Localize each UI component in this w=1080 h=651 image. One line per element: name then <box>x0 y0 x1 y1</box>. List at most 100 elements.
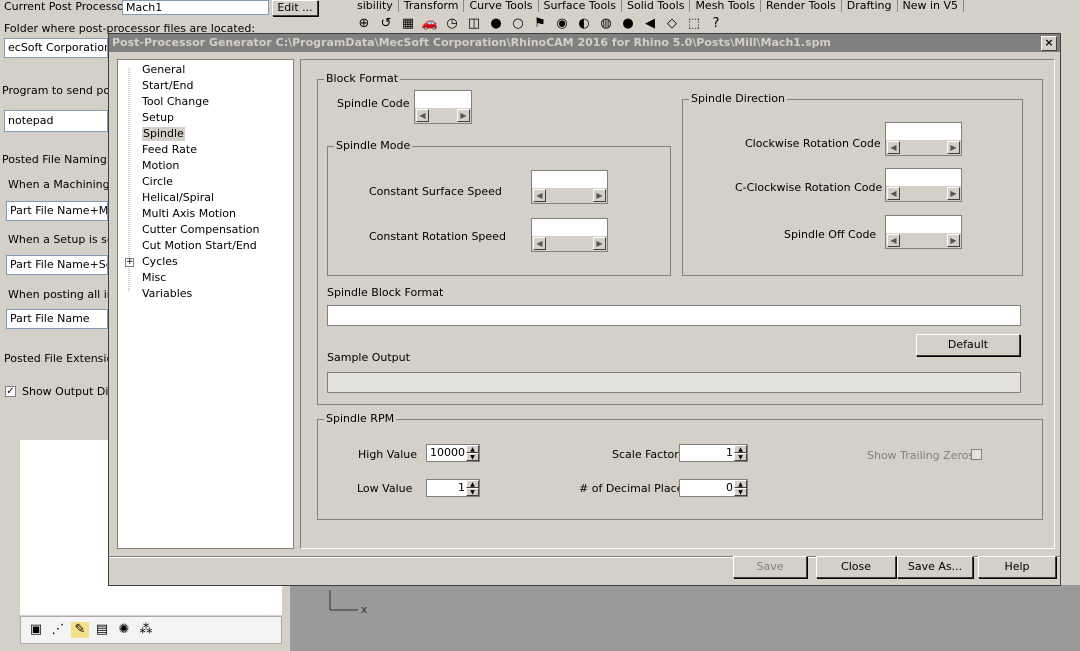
ribbon-tab[interactable]: New in V5 <box>898 0 965 12</box>
active-toolpath-icon[interactable]: ✎ <box>71 622 89 638</box>
rhino-viewport[interactable] <box>290 585 1080 651</box>
scroll-right-icon[interactable]: ▶ <box>593 189 606 202</box>
tree-item-circle[interactable]: Circle <box>142 175 173 189</box>
high-value-spinner[interactable]: 10000 ▲ ▼ <box>426 444 480 462</box>
scroll-left-icon[interactable]: ◀ <box>533 237 546 250</box>
help-icon[interactable]: ? <box>707 16 725 32</box>
sphere-gray-icon[interactable]: ● <box>487 16 505 32</box>
ribbon-tab[interactable]: Transform <box>399 0 465 12</box>
ribbon-tab[interactable]: Solid Tools <box>622 0 691 12</box>
tree-item-multi-axis-motion[interactable]: Multi Axis Motion <box>142 207 236 221</box>
toolpath-icon[interactable]: ⋰ <box>49 622 67 638</box>
tree-item-misc[interactable]: Misc <box>142 271 166 285</box>
half-sphere-icon[interactable]: ◐ <box>575 16 593 32</box>
scroll-right-icon[interactable]: ▶ <box>947 234 960 247</box>
scroll-left-icon[interactable]: ◀ <box>887 141 900 154</box>
current-post-select[interactable]: Mach1 <box>122 0 269 15</box>
cclockwise-rotation-label: C-Clockwise Rotation Code <box>735 181 883 194</box>
shapes-icon[interactable]: ◫ <box>465 16 483 32</box>
spin-up-icon[interactable]: ▲ <box>734 445 747 453</box>
flag-icon[interactable]: ⚑ <box>531 16 549 32</box>
scroll-left-icon[interactable]: ◀ <box>887 187 900 200</box>
ribbon-tab[interactable]: Render Tools <box>761 0 842 12</box>
car-icon[interactable]: 🚗 <box>421 16 439 32</box>
scroll-right-icon[interactable]: ▶ <box>947 187 960 200</box>
rotate-icon[interactable]: ↺ <box>377 16 395 32</box>
simulate-icon[interactable]: ▤ <box>93 622 111 638</box>
close-button[interactable]: Close <box>816 556 896 578</box>
when-posting-field[interactable]: Part File Name <box>6 309 108 329</box>
scale-factor-spinner[interactable]: 1 ▲ ▼ <box>679 444 748 462</box>
default-button[interactable]: Default <box>916 334 1020 356</box>
tree-item-variables[interactable]: Variables <box>142 287 192 301</box>
when-setup-field[interactable]: Part File Name+Setu <box>6 255 108 275</box>
grid-icon[interactable]: ▦ <box>399 16 417 32</box>
constant-rotation-speed-select[interactable]: ◀ ▶ <box>531 218 608 252</box>
spin-up-icon[interactable]: ▲ <box>466 480 479 488</box>
dimension-icon[interactable]: ◇ <box>663 16 681 32</box>
decimal-places-spinner[interactable]: 0 ▲ ▼ <box>679 479 748 497</box>
expand-plus-icon[interactable]: + <box>125 258 134 267</box>
blue-sphere-icon[interactable]: ● <box>619 16 637 32</box>
help-button[interactable]: Help <box>978 556 1056 578</box>
clockwise-rotation-select[interactable]: ◀ ▶ <box>885 122 962 156</box>
ribbon-tab[interactable]: Mesh Tools <box>690 0 761 12</box>
close-icon[interactable]: × <box>1041 36 1057 51</box>
spin-down-icon[interactable]: ▼ <box>734 488 747 496</box>
dialog-title: Post-Processor Generator C:\ProgramData\… <box>112 36 831 49</box>
ribbon-tab[interactable]: sibility <box>352 0 399 12</box>
scroll-left-icon[interactable]: ◀ <box>416 109 429 122</box>
spin-up-icon[interactable]: ▲ <box>466 445 479 453</box>
when-machining-field[interactable]: Part File Name+Mac <box>6 201 108 221</box>
tree-item-helical-spiral[interactable]: Helical/Spiral <box>142 191 214 205</box>
tree-item-start-end[interactable]: Start/End <box>142 79 193 93</box>
circle-icon[interactable]: ○ <box>509 16 527 32</box>
stock-icon[interactable]: ▣ <box>27 622 45 638</box>
color-wheel-icon[interactable]: ◉ <box>553 16 571 32</box>
scroll-left-icon[interactable]: ◀ <box>533 189 546 202</box>
tree-item-cycles[interactable]: Cycles <box>142 255 178 269</box>
tree-item-feed-rate[interactable]: Feed Rate <box>142 143 197 157</box>
block-format-group: Block Format Spindle Code ◀ ▶ Spindle Mo… <box>317 72 1043 405</box>
edit-button[interactable]: Edit ... <box>272 0 318 16</box>
tree-item-spindle[interactable]: Spindle <box>142 127 185 141</box>
show-trailing-zeros-checkbox[interactable] <box>971 449 982 460</box>
spindle-off-select[interactable]: ◀ ▶ <box>885 215 962 249</box>
scale-factor-label: Scale Factor <box>612 448 679 461</box>
ribbon-tab[interactable]: Drafting <box>842 0 898 12</box>
scroll-left-icon[interactable]: ◀ <box>887 234 900 247</box>
clock-icon[interactable]: ◷ <box>443 16 461 32</box>
scroll-right-icon[interactable]: ▶ <box>457 109 470 122</box>
globe-icon[interactable]: ✺ <box>115 622 133 638</box>
tree-item-motion[interactable]: Motion <box>142 159 179 173</box>
program-field[interactable]: notepad <box>4 110 108 132</box>
cclockwise-rotation-select[interactable]: ◀ ▶ <box>885 168 962 202</box>
tree-item-cutter-compensation[interactable]: Cutter Compensation <box>142 223 259 237</box>
show-output-checkbox[interactable]: ✓ <box>5 386 16 397</box>
tree-item-cut-motion-start-end[interactable]: Cut Motion Start/End <box>142 239 257 253</box>
tree-item-tool-change[interactable]: Tool Change <box>142 95 209 109</box>
save-button[interactable]: Save <box>733 556 807 578</box>
region-icon[interactable]: ⬚ <box>685 16 703 32</box>
save-as-button[interactable]: Save As... <box>897 556 973 578</box>
network-icon[interactable]: ⁂ <box>137 622 155 638</box>
ribbon-tab[interactable]: Curve Tools <box>464 0 539 12</box>
constant-surface-speed-select[interactable]: ◀ ▶ <box>531 170 608 204</box>
spindle-code-select[interactable]: ◀ ▶ <box>414 90 472 124</box>
ribbon-tab[interactable]: Surface Tools <box>539 0 623 12</box>
mesh-sphere-icon[interactable]: ◍ <box>597 16 615 32</box>
spin-up-icon[interactable]: ▲ <box>734 480 747 488</box>
spin-down-icon[interactable]: ▼ <box>466 488 479 496</box>
folder-field[interactable]: ecSoft Corporation\R <box>4 38 108 58</box>
spin-down-icon[interactable]: ▼ <box>734 453 747 461</box>
low-value-spinner[interactable]: 1 ▲ ▼ <box>426 479 480 497</box>
spindle-block-format-input[interactable] <box>327 305 1021 326</box>
spin-down-icon[interactable]: ▼ <box>466 453 479 461</box>
select-icon[interactable]: ⊕ <box>355 16 373 32</box>
scroll-right-icon[interactable]: ▶ <box>593 237 606 250</box>
tree-item-general[interactable]: General <box>142 63 185 77</box>
scroll-right-icon[interactable]: ▶ <box>947 141 960 154</box>
light-icon[interactable]: ◀ <box>641 16 659 32</box>
tree-item-setup[interactable]: Setup <box>142 111 174 125</box>
constant-rotation-speed-label: Constant Rotation Speed <box>369 230 506 243</box>
